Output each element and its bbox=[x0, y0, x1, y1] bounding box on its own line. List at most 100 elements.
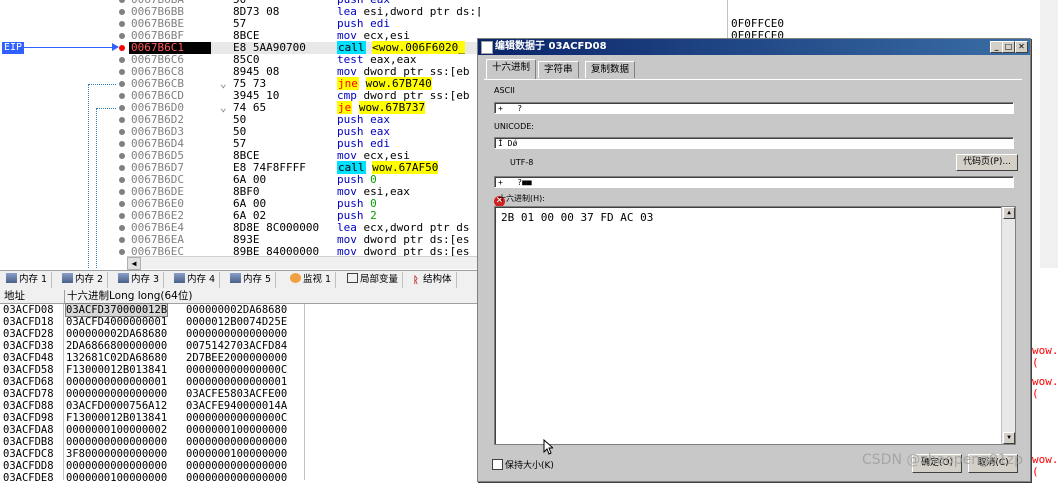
scroll-up-icon[interactable]: ▲ bbox=[1003, 207, 1015, 219]
scroll-left-icon[interactable]: ◀ bbox=[127, 257, 141, 270]
tab-struct[interactable]: ᚱ 结构体 bbox=[410, 272, 457, 288]
dump-value[interactable]: 03ACFE5803ACFE00 bbox=[186, 388, 287, 400]
dump-value[interactable]: F13000012B013841 bbox=[66, 364, 167, 376]
dump-value[interactable]: 2DA6866800000000 bbox=[66, 340, 167, 352]
dialog-titlebar[interactable]: 编辑数据于 03ACFD08 _ □ ✕ bbox=[478, 39, 1030, 55]
memory-icon bbox=[230, 273, 241, 283]
dialog-body: ASCII + ? UNICODE: Ĭ Dǿ ✕ UTF-8 代码页(P)..… bbox=[484, 79, 1022, 475]
dump-value[interactable]: 0000000100000000 bbox=[186, 448, 287, 460]
dump-value[interactable]: 0075142703ACFD84 bbox=[186, 340, 287, 352]
breakpoint-dot-icon[interactable] bbox=[119, 225, 125, 231]
hex-vertical-scrollbar[interactable]: ▲ ▼ bbox=[1001, 207, 1015, 444]
jump-guide-line bbox=[88, 84, 116, 85]
stack-ref: wow.( bbox=[1032, 375, 1058, 400]
tab-string[interactable]: 字符串 bbox=[538, 61, 579, 78]
breakpoint-dot-icon[interactable] bbox=[119, 81, 125, 87]
watermark: CSDN @zhaopeng01zp bbox=[862, 452, 1024, 468]
breakpoint-dot-icon[interactable] bbox=[119, 117, 125, 123]
dump-value[interactable]: 000000002DA68680 bbox=[186, 304, 287, 316]
dump-value[interactable]: 0000000000000001 bbox=[66, 376, 167, 388]
info-scrollbar[interactable] bbox=[1040, 0, 1058, 268]
hex-value[interactable]: 2B 01 00 00 37 FD AC 03 bbox=[501, 211, 653, 224]
breakpoint-dot-icon[interactable] bbox=[119, 9, 125, 15]
memory-dump-pane[interactable]: 地址 十六进制Long long(64位) 03ACFD08 03ACFD3700… bbox=[0, 290, 478, 484]
dump-value[interactable]: 0000000000000000 bbox=[66, 436, 167, 448]
struct-icon: ᚱ bbox=[413, 275, 419, 286]
tab-memory-1[interactable]: 内存 1 bbox=[3, 272, 53, 288]
dump-value[interactable]: 0000000000000000 bbox=[66, 460, 167, 472]
dump-value[interactable]: 03ACFD0000756A12 bbox=[66, 400, 167, 412]
dump-address: 03ACFD08 bbox=[3, 304, 54, 316]
close-icon[interactable]: ✕ bbox=[1015, 41, 1028, 53]
breakpoint-dot-icon[interactable] bbox=[119, 129, 125, 135]
breakpoint-dot-icon[interactable] bbox=[119, 237, 125, 243]
dump-value[interactable]: 0000000100000000 bbox=[66, 472, 167, 484]
ascii-field[interactable]: + ? bbox=[494, 102, 1014, 114]
dump-value[interactable]: 0000000000000000 bbox=[186, 460, 287, 472]
dump-header: 地址 十六进制Long long(64位) bbox=[0, 290, 478, 304]
dump-address: 03ACFDE8 bbox=[3, 472, 54, 484]
memory-icon bbox=[174, 273, 185, 283]
dump-value[interactable]: 000000000000000C bbox=[186, 364, 287, 376]
tab-hex[interactable]: 十六进制 bbox=[486, 59, 537, 79]
bottom-tab-bar: 内存 1 内存 2 内存 3 内存 4 内存 5 监视 1 局部变量 ᚱ 结构体 bbox=[0, 270, 478, 291]
maximize-icon[interactable]: □ bbox=[1002, 41, 1015, 53]
breakpoint-dot-icon[interactable] bbox=[119, 213, 125, 219]
unicode-field[interactable]: Ĭ Dǿ bbox=[494, 137, 1014, 149]
dump-value[interactable]: 000000002DA68680 bbox=[66, 328, 167, 340]
breakpoint-dot-icon[interactable] bbox=[119, 153, 125, 159]
col-address-header[interactable]: 地址 bbox=[4, 290, 25, 303]
dump-address: 03ACFDD8 bbox=[3, 460, 54, 472]
dump-value[interactable]: 2D7BEE2000000000 bbox=[186, 352, 287, 364]
breakpoint-dot-icon[interactable] bbox=[119, 141, 125, 147]
jump-arrow-icon: ⌄ bbox=[220, 101, 227, 114]
tab-memory-3[interactable]: 内存 3 bbox=[115, 272, 165, 288]
unicode-label: UNICODE: bbox=[494, 122, 534, 131]
breakpoint-dot-icon[interactable] bbox=[119, 201, 125, 207]
dump-value[interactable]: 03ACFD4000000001 bbox=[66, 316, 167, 328]
breakpoint-dot-icon[interactable] bbox=[119, 165, 125, 171]
tab-locals[interactable]: 局部变量 bbox=[344, 272, 404, 288]
dump-value[interactable]: 3F80000000000000 bbox=[66, 448, 167, 460]
dump-value[interactable]: 0000000100000002 bbox=[66, 424, 167, 436]
hex-editor[interactable]: 2B 01 00 00 37 FD AC 03 ▲ ▼ bbox=[494, 206, 1016, 455]
breakpoint-dot-icon[interactable] bbox=[119, 189, 125, 195]
dump-value[interactable]: 000000000000000C bbox=[186, 412, 287, 424]
tab-copy-data[interactable]: 复制数据 bbox=[585, 61, 636, 78]
breakpoint-dot-icon[interactable] bbox=[119, 249, 125, 255]
dump-value[interactable]: 0000000000000000 bbox=[66, 388, 167, 400]
keep-size-checkbox[interactable] bbox=[492, 459, 503, 470]
disassembly-pane[interactable]: 0067B6BA50push eax0067B6BB8D73 08lea esi… bbox=[0, 0, 480, 268]
tab-watch-1[interactable]: 监视 1 bbox=[287, 272, 337, 288]
dump-value[interactable]: 0000000000000000 bbox=[186, 472, 287, 484]
utf8-field[interactable]: + ?■■ bbox=[494, 176, 1014, 188]
col-hex-header[interactable]: 十六进制Long long(64位) bbox=[64, 290, 192, 303]
dump-value[interactable]: 0000000000000001 bbox=[186, 376, 287, 388]
tab-memory-5[interactable]: 内存 5 bbox=[227, 272, 277, 288]
dump-value[interactable]: 03ACFD370000012B bbox=[64, 303, 169, 317]
dump-value[interactable]: 0000012B0074D25E bbox=[186, 316, 287, 328]
disasm-horizontal-scrollbar[interactable]: ◀ bbox=[127, 256, 477, 270]
breakpoint-dot-icon[interactable] bbox=[119, 105, 125, 111]
utf8-label: UTF-8 bbox=[510, 158, 534, 167]
codepage-button[interactable]: 代码页(P)... bbox=[956, 154, 1018, 171]
breakpoint-dot-icon[interactable] bbox=[119, 0, 125, 3]
breakpoint-dot-icon[interactable] bbox=[119, 45, 125, 51]
dump-value[interactable]: 03ACFE940000014A bbox=[186, 400, 287, 412]
tab-memory-2[interactable]: 内存 2 bbox=[59, 272, 109, 288]
breakpoint-dot-icon[interactable] bbox=[119, 57, 125, 63]
scroll-down-icon[interactable]: ▼ bbox=[1003, 432, 1015, 444]
breakpoint-dot-icon[interactable] bbox=[119, 33, 125, 39]
dump-value[interactable]: F13000012B013841 bbox=[66, 412, 167, 424]
eip-marker: EIP bbox=[2, 42, 24, 54]
breakpoint-dot-icon[interactable] bbox=[119, 177, 125, 183]
dump-value[interactable]: 0000000100000000 bbox=[186, 424, 287, 436]
breakpoint-dot-icon[interactable] bbox=[119, 69, 125, 75]
tab-memory-4[interactable]: 内存 4 bbox=[171, 272, 221, 288]
dump-value[interactable]: 132681C02DA68680 bbox=[66, 352, 167, 364]
jump-guide-line bbox=[88, 84, 89, 268]
dump-value[interactable]: 0000000000000000 bbox=[186, 328, 287, 340]
breakpoint-dot-icon[interactable] bbox=[119, 21, 125, 27]
dump-value[interactable]: 0000000000000000 bbox=[186, 436, 287, 448]
breakpoint-dot-icon[interactable] bbox=[119, 93, 125, 99]
